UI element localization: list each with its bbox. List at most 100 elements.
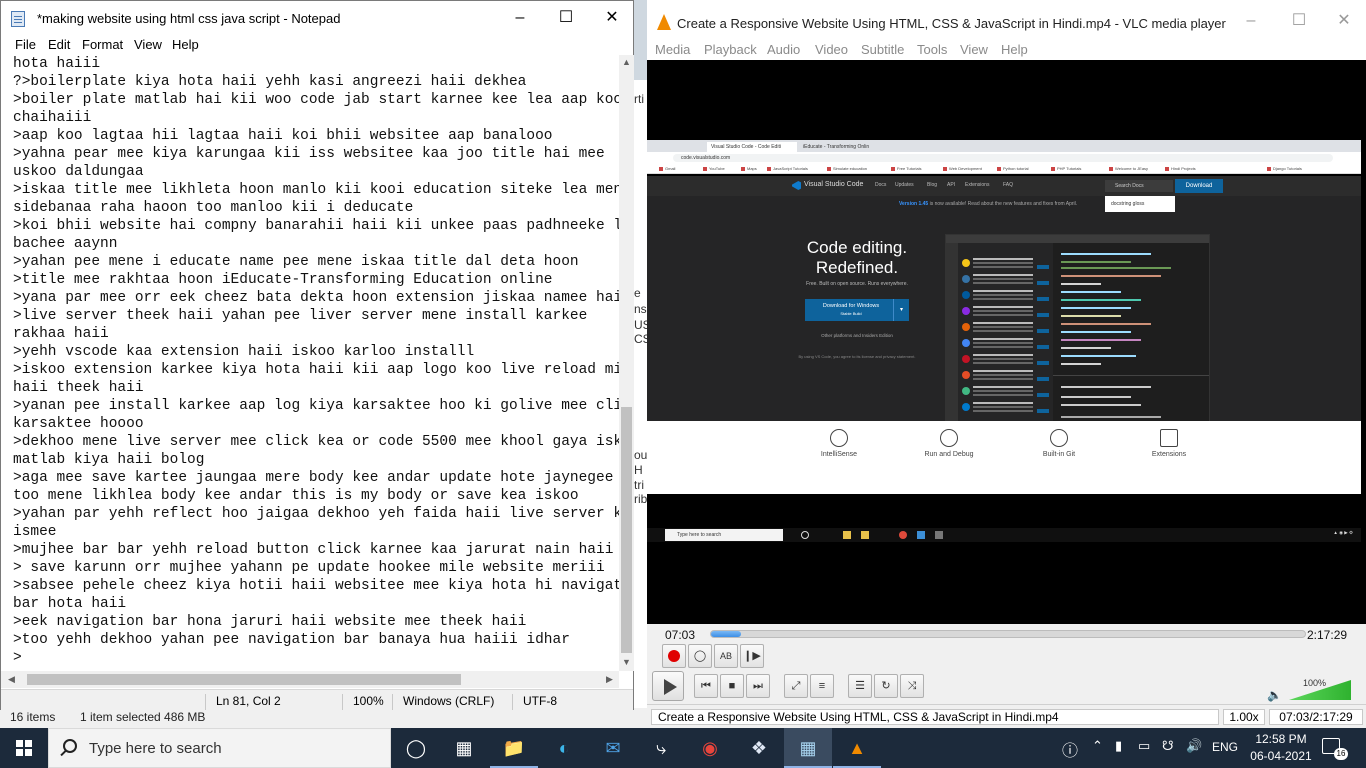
text-line: sidebanaa raha haoon too manloo kii i de… bbox=[13, 200, 414, 216]
video-features: IntelliSense Run and Debug Built-in Git … bbox=[647, 421, 1361, 494]
speaker-icon[interactable]: 🔈 bbox=[1267, 688, 1282, 702]
scroll-down-arrow-icon[interactable]: ▼ bbox=[619, 655, 634, 670]
vlc-menu-tools[interactable]: Tools bbox=[917, 42, 947, 57]
next-button[interactable]: ⏭ bbox=[746, 674, 770, 698]
notification-button[interactable]: 16 bbox=[1322, 738, 1348, 760]
stop-button[interactable]: ■ bbox=[720, 674, 744, 698]
text-line: > bbox=[13, 650, 22, 666]
maximize-button[interactable]: ☐ bbox=[543, 1, 589, 35]
video-nav-link: Docs bbox=[875, 182, 887, 188]
vlc-menu-playback[interactable]: Playback bbox=[704, 42, 757, 57]
video-bookmark: Welcome to JEasy bbox=[1109, 165, 1148, 173]
vlc-maximize-button[interactable]: ☐ bbox=[1276, 4, 1322, 38]
menu-format[interactable]: Format bbox=[82, 37, 123, 52]
total-time: 2:17:29 bbox=[1307, 628, 1348, 642]
vlc-taskbar-icon[interactable]: ▲ bbox=[833, 728, 881, 768]
close-button[interactable]: ✕ bbox=[589, 1, 635, 35]
language-indicator[interactable]: ENG bbox=[1212, 740, 1238, 754]
menu-help[interactable]: Help bbox=[172, 37, 199, 52]
horizontal-scrollbar[interactable]: ◀ ▶ bbox=[1, 671, 619, 688]
video-feature-extensions: Extensions bbox=[1129, 421, 1209, 458]
loop-ab-button[interactable]: AB bbox=[714, 644, 738, 668]
text-line: >yahan pee mene i educate name pee mene … bbox=[13, 254, 579, 270]
loop-button[interactable]: ↻ bbox=[874, 674, 898, 698]
vlc-window: Create a Responsive Website Using HTML, … bbox=[647, 0, 1366, 728]
clock-time[interactable]: 12:58 PM bbox=[1253, 732, 1309, 746]
volume-label: 100% bbox=[1303, 678, 1327, 688]
winamp-icon[interactable]: ⤷ bbox=[637, 728, 685, 768]
video-bookmarks-bar: Gmail YouTube Maps JavaScript Tutorials … bbox=[647, 164, 1361, 174]
scroll-left-arrow-icon[interactable]: ◀ bbox=[3, 671, 20, 688]
text-line: matlab kiya haii bolog bbox=[13, 452, 205, 468]
mail-icon[interactable]: ✉ bbox=[589, 728, 637, 768]
play-button[interactable] bbox=[652, 671, 684, 701]
device-icon[interactable]: ▮ bbox=[1115, 738, 1122, 754]
volume-icon[interactable]: 🔊 bbox=[1186, 738, 1202, 754]
vertical-scroll-thumb[interactable] bbox=[621, 407, 632, 653]
video-search-popup: docstring gloss bbox=[1105, 196, 1175, 212]
minimize-button[interactable]: – bbox=[497, 1, 543, 35]
vlc-menu-subtitle[interactable]: Subtitle bbox=[861, 42, 904, 57]
notepad-taskbar-icon[interactable]: ▦ bbox=[784, 728, 832, 768]
video-bookmark: Simulate education bbox=[827, 165, 867, 173]
help-icon[interactable]: ⓘ bbox=[1062, 737, 1078, 761]
video-feature-git: Built-in Git bbox=[1019, 421, 1099, 458]
start-button[interactable] bbox=[0, 728, 48, 768]
menu-edit[interactable]: Edit bbox=[48, 37, 70, 52]
taskbar-search-box[interactable]: Type here to search bbox=[48, 728, 391, 768]
text-line: >title mee rakhtaa hoon iEducate-Transfo… bbox=[13, 272, 553, 288]
vlc-menu-help[interactable]: Help bbox=[1001, 42, 1028, 57]
video-browser-tabs: Visual Studio Code - Code Editi iEducate… bbox=[647, 140, 1361, 152]
chevron-up-icon[interactable]: ⌃ bbox=[1092, 738, 1103, 754]
shuffle-button[interactable]: ⤨ bbox=[900, 674, 924, 698]
video-nav-link: FAQ bbox=[1003, 182, 1014, 188]
extended-settings-button[interactable]: ≡ bbox=[810, 674, 834, 698]
previous-button[interactable]: ⏮ bbox=[694, 674, 718, 698]
vlc-menu-video[interactable]: Video bbox=[815, 42, 848, 57]
vlc-menu-view[interactable]: View bbox=[960, 42, 988, 57]
vlc-menu-media[interactable]: Media bbox=[655, 42, 690, 57]
clock-date[interactable]: 06-04-2021 bbox=[1249, 749, 1313, 763]
cursor-position: Ln 81, Col 2 bbox=[216, 694, 281, 708]
vlc-menu-audio[interactable]: Audio bbox=[767, 42, 800, 57]
video-headline: Code editing. Redefined. bbox=[806, 238, 908, 277]
menu-file[interactable]: File bbox=[15, 37, 36, 52]
notepad-titlebar[interactable]: *making website using html css java scri… bbox=[1, 1, 633, 35]
vlc-minimize-button[interactable]: – bbox=[1228, 4, 1274, 38]
playlist-button[interactable]: ☰ bbox=[848, 674, 872, 698]
seek-bar[interactable] bbox=[710, 630, 1306, 638]
text-line: >eek navigation bar hona jaruri haii web… bbox=[13, 614, 527, 630]
text-line: ismee bbox=[13, 524, 57, 540]
menu-view[interactable]: View bbox=[134, 37, 162, 52]
vlc-close-button[interactable]: ✕ bbox=[1321, 4, 1366, 38]
chrome-icon[interactable]: ◉ bbox=[686, 728, 734, 768]
snapshot-button[interactable]: ◯ bbox=[688, 644, 712, 668]
scroll-right-arrow-icon[interactable]: ▶ bbox=[601, 671, 618, 688]
network-icon[interactable]: ☋ bbox=[1162, 738, 1174, 754]
file-explorer-icon[interactable]: 📁 bbox=[490, 728, 538, 768]
record-button[interactable] bbox=[662, 644, 686, 668]
horizontal-scroll-thumb[interactable] bbox=[27, 674, 461, 685]
windows-logo-icon bbox=[16, 740, 32, 756]
vlc-titlebar[interactable]: Create a Responsive Website Using HTML, … bbox=[647, 0, 1366, 42]
timeline-icon[interactable]: ▦ bbox=[440, 728, 488, 768]
notepad-text-area[interactable]: hota haiii ?>boilerplate kiya hota haii y… bbox=[1, 55, 619, 671]
video-download-button: Download bbox=[1175, 179, 1223, 193]
battery-icon[interactable]: ▭ bbox=[1138, 738, 1150, 754]
vertical-scrollbar[interactable]: ▲ ▼ bbox=[619, 55, 634, 671]
vscode-logo-icon bbox=[792, 181, 801, 190]
playback-speed[interactable]: 1.00x bbox=[1223, 709, 1265, 725]
explorer-peek-text: e bbox=[634, 286, 641, 300]
media-title: Create a Responsive Website Using HTML, … bbox=[651, 709, 1219, 725]
edge-icon[interactable]: ◐ bbox=[540, 728, 588, 768]
fullscreen-button[interactable]: ⤢ bbox=[784, 674, 808, 698]
dropbox-icon[interactable]: ❖ bbox=[735, 728, 783, 768]
explorer-peek-text: rti bbox=[634, 92, 644, 106]
scroll-up-arrow-icon[interactable]: ▲ bbox=[619, 55, 634, 70]
frame-step-button[interactable]: ❙▶ bbox=[740, 644, 764, 668]
video-bookmark: Maps bbox=[741, 165, 757, 173]
vlc-video-surface[interactable]: Visual Studio Code - Code Editi iEducate… bbox=[647, 60, 1366, 624]
time-display[interactable]: 07:03/2:17:29 bbox=[1269, 709, 1363, 725]
task-view-icon[interactable]: ◯ bbox=[392, 728, 440, 768]
notepad-status-bar: Ln 81, Col 2 100% Windows (CRLF) UTF-8 bbox=[1, 689, 633, 710]
